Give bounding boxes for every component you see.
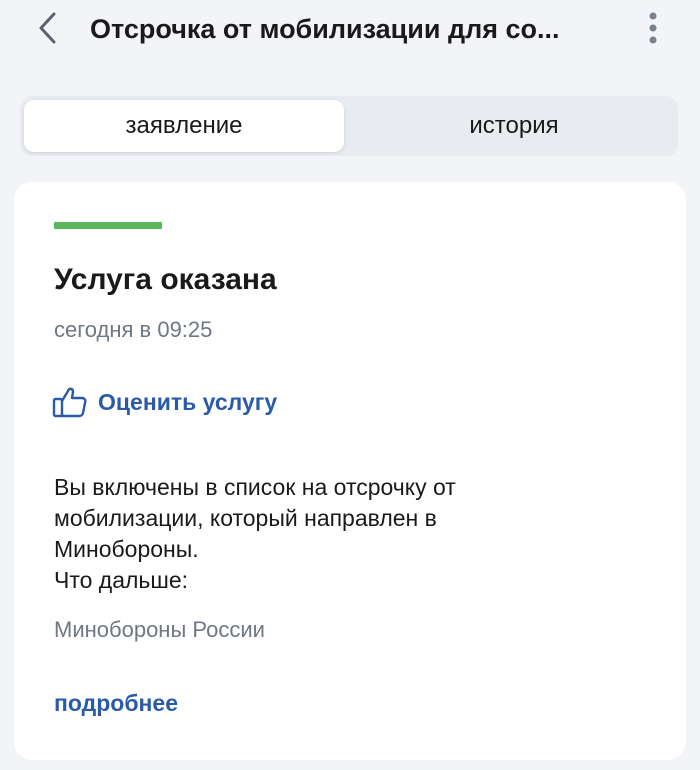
status-timestamp: сегодня в 09:25 — [54, 317, 213, 342]
chevron-left-icon — [39, 12, 56, 44]
status-card: Услуга оказана сегодня в 09:25 Оценить у… — [14, 182, 686, 760]
page-title: Отсрочка от мобилизации для со... — [90, 14, 560, 44]
rate-service-label: Оценить услугу — [98, 388, 278, 415]
details-link[interactable]: подробнее — [54, 688, 178, 718]
back-button[interactable] — [30, 10, 66, 46]
status-message: Вы включены в список на отсрочку от моби… — [54, 472, 644, 596]
organization-name: Минобороны России — [54, 617, 265, 642]
tab-history[interactable]: история — [354, 100, 674, 152]
status-indicator-bar — [54, 222, 162, 229]
message-line: Минобороны. — [54, 536, 199, 562]
tab-bar: заявление история — [20, 96, 678, 156]
tab-application[interactable]: заявление — [24, 100, 344, 152]
more-options-button[interactable] — [636, 8, 670, 48]
more-vertical-icon — [649, 12, 657, 44]
message-line: Вы включены в список на отсрочку от — [54, 474, 456, 500]
thumbs-up-icon — [52, 387, 87, 418]
message-line: мобилизации, который направлен в — [54, 505, 437, 531]
top-bar: Отсрочка от мобилизации для со... — [0, 0, 700, 62]
rate-service-button[interactable]: Оценить услугу — [52, 382, 277, 422]
message-line: Что дальше: — [54, 567, 189, 593]
status-title: Услуга оказана — [54, 263, 277, 296]
